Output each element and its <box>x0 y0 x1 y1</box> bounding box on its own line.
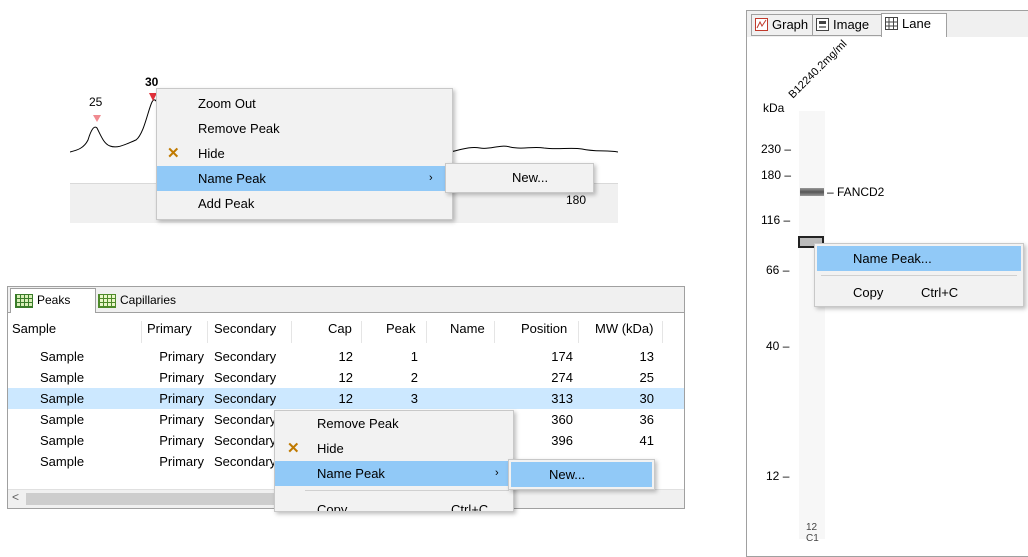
cell-peak: 1 <box>410 349 418 364</box>
tick-116: 116 – <box>761 213 791 227</box>
col-mw[interactable]: MW (kDa) <box>595 321 654 336</box>
menu-item-new[interactable]: New... <box>511 462 652 487</box>
menu-item-add-peak[interactable]: Add Peak <box>157 191 452 216</box>
cell-secondary: Secondary <box>214 370 277 385</box>
tick-12: 12 – <box>766 469 790 483</box>
table-row[interactable]: Sample Primary Secondary 12 3 313 30 <box>8 388 684 409</box>
sample-name-label: B12240.2mg/ml <box>786 38 850 101</box>
band-label-fancd2: – FANCD2 <box>827 185 885 199</box>
axis-tick-180: 180 <box>566 193 587 207</box>
col-primary[interactable]: Primary <box>147 321 192 336</box>
cell-secondary: Secondary <box>214 391 277 406</box>
menu-item-remove-peak[interactable]: Remove Peak <box>275 411 513 436</box>
tab-capillaries[interactable]: Capillaries <box>94 289 224 311</box>
cell-mw: 25 <box>639 370 654 385</box>
cell-sample: Sample <box>40 454 85 469</box>
cell-position: 274 <box>551 370 573 385</box>
cell-position: 360 <box>551 412 573 427</box>
cell-primary: Primary <box>159 370 204 385</box>
cell-primary: Primary <box>159 412 204 427</box>
cell-cap: 12 <box>338 370 353 385</box>
tab-image[interactable]: Image <box>812 14 884 36</box>
menu-item-remove-peak[interactable]: Remove Peak <box>157 116 452 141</box>
cell-mw: 41 <box>639 433 654 448</box>
table-header: Sample Primary Secondary Cap Peak Name P… <box>8 321 684 345</box>
tick-180: 180 – <box>761 168 792 182</box>
menu-item-copy[interactable]: Copy Ctrl+C <box>275 497 513 511</box>
cell-cap: 12 <box>338 391 353 406</box>
peak-label-30: 30 <box>145 75 159 89</box>
cell-position: 396 <box>551 433 573 448</box>
cell-primary: Primary <box>159 391 204 406</box>
cell-mw: 13 <box>639 349 654 364</box>
menu-item-hide[interactable]: ✕ Hide <box>157 141 452 166</box>
tick-66: 66 – <box>766 263 790 277</box>
table-row[interactable]: Sample Primary Secondary 12 1 174 13 <box>8 346 684 367</box>
tick-230: 230 – <box>761 142 792 156</box>
tab-graph[interactable]: Graph <box>751 14 821 36</box>
col-sample[interactable]: Sample <box>12 321 56 336</box>
scroll-left-icon[interactable]: < <box>12 490 19 504</box>
menu-item-name-peak[interactable]: Name Peak › <box>275 461 513 486</box>
cell-position: 313 <box>551 391 573 406</box>
table-tab-bar: Peaks Capillaries <box>8 287 684 313</box>
cell-secondary: Secondary <box>214 433 277 448</box>
grid-icon <box>15 294 33 308</box>
table-row[interactable]: Sample Primary Secondary 12 2 274 25 <box>8 367 684 388</box>
graph-icon <box>755 18 768 31</box>
lane-context-menu: Name Peak... Copy Ctrl+C <box>814 243 1024 307</box>
tab-lane[interactable]: Lane <box>881 13 947 37</box>
chevron-right-icon: › <box>495 467 499 479</box>
cell-sample: Sample <box>40 370 85 385</box>
chevron-right-icon: › <box>429 172 433 184</box>
col-peak[interactable]: Peak <box>386 321 416 336</box>
table-context-menu: Remove Peak ✕ Hide Name Peak › Copy Ctrl… <box>274 410 514 512</box>
col-cap[interactable]: Cap <box>328 321 352 336</box>
lane-icon <box>885 17 898 30</box>
cell-primary: Primary <box>159 454 204 469</box>
cell-primary: Primary <box>159 433 204 448</box>
menu-item-name-peak[interactable]: Name Peak › <box>157 166 452 191</box>
image-icon <box>816 18 829 31</box>
peak-25-marker <box>93 115 101 122</box>
cell-sample: Sample <box>40 391 85 406</box>
cell-position: 174 <box>551 349 573 364</box>
fancd2-band[interactable] <box>800 188 824 196</box>
tick-40: 40 – <box>766 339 790 353</box>
check-mark-icon: ✕ <box>167 145 180 162</box>
cell-secondary: Secondary <box>214 454 277 469</box>
table-name-peak-submenu: New... <box>508 459 655 490</box>
tab-peaks[interactable]: Peaks <box>10 288 96 313</box>
grid-icon <box>98 294 116 308</box>
graph-context-menu: Zoom Out Remove Peak ✕ Hide Name Peak › … <box>156 88 453 220</box>
capillary-lane[interactable] <box>799 111 825 539</box>
col-secondary[interactable]: Secondary <box>214 321 276 336</box>
cell-cap: 12 <box>338 349 353 364</box>
menu-item-new[interactable]: New... <box>446 165 593 190</box>
cell-sample: Sample <box>40 349 85 364</box>
capillary-id: C1 <box>806 533 819 544</box>
cell-mw: 30 <box>639 391 654 406</box>
view-tab-bar: Graph Image Lane <box>747 11 1028 37</box>
kda-label: kDa <box>763 101 785 115</box>
menu-item-copy[interactable]: Copy Ctrl+C <box>815 280 1023 305</box>
capillary-number: 12 <box>806 522 818 533</box>
graph-name-peak-submenu: New... <box>445 163 594 193</box>
cell-peak: 3 <box>410 391 418 406</box>
cell-secondary: Secondary <box>214 412 277 427</box>
menu-item-hide[interactable]: ✕ Hide <box>275 436 513 461</box>
cell-mw: 36 <box>639 412 654 427</box>
check-mark-icon: ✕ <box>287 440 300 457</box>
cell-sample: Sample <box>40 412 85 427</box>
cell-secondary: Secondary <box>214 349 277 364</box>
menu-item-zoom-out[interactable]: Zoom Out <box>157 91 452 116</box>
menu-item-name-peak[interactable]: Name Peak... <box>817 246 1021 271</box>
cell-peak: 2 <box>410 370 418 385</box>
cell-primary: Primary <box>159 349 204 364</box>
col-position[interactable]: Position <box>521 321 567 336</box>
peak-label-25: 25 <box>89 95 103 109</box>
col-name[interactable]: Name <box>450 321 485 336</box>
cell-sample: Sample <box>40 433 85 448</box>
